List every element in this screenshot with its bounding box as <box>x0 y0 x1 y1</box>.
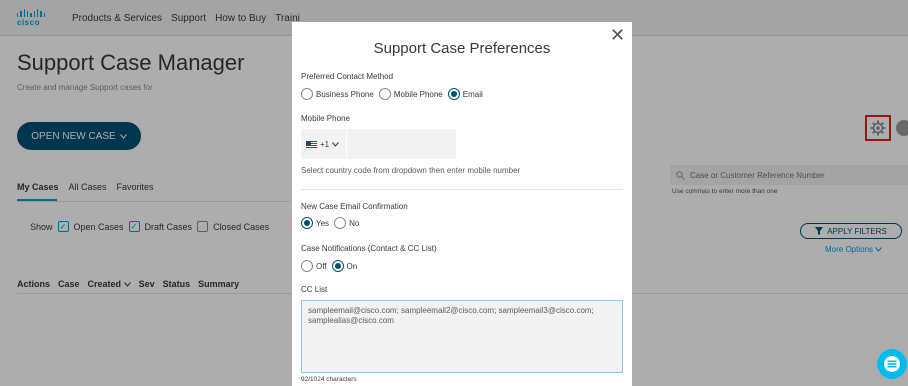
mobile-phone-input[interactable] <box>347 129 456 159</box>
notifications-label: Case Notifications (Contact & CC List) <box>301 244 437 253</box>
email-confirmation-options: Yes No <box>301 217 359 229</box>
cc-list-char-count: 92/1024 characters <box>301 376 357 383</box>
support-case-preferences-modal: ✕ Support Case Preferences Preferred Con… <box>292 22 632 386</box>
notifications-off-radio[interactable] <box>301 260 313 272</box>
contact-method-label: Preferred Contact Method <box>301 72 394 81</box>
modal-title: Support Case Preferences <box>373 40 551 57</box>
email-confirmation-label: New Case Email Confirmation <box>301 202 408 211</box>
confirmation-no-label: No <box>349 218 360 228</box>
notifications-options: Off On <box>301 260 357 272</box>
chat-button[interactable] <box>877 349 907 379</box>
section-divider <box>301 189 623 190</box>
business-phone-radio[interactable] <box>301 88 313 100</box>
mobile-phone-radio[interactable] <box>378 88 391 100</box>
contact-method-options: Business Phone Mobile Phone Email <box>301 88 483 100</box>
mobile-phone-label: Mobile Phone <box>393 89 443 99</box>
confirmation-no-radio[interactable] <box>334 217 347 229</box>
us-flag-icon <box>306 140 317 148</box>
cc-list-label: CC List <box>301 285 328 294</box>
chevron-down-icon <box>332 141 340 147</box>
notifications-off-label: Off <box>316 261 327 271</box>
mobile-phone-field-label: Mobile Phone <box>301 114 350 123</box>
cc-list-textarea[interactable]: sampleemail@cisco.com; sampleemail2@cisc… <box>301 300 623 373</box>
confirmation-yes-label: Yes <box>316 218 330 228</box>
chat-icon <box>884 356 900 372</box>
notifications-on-label: On <box>346 261 358 271</box>
email-radio[interactable] <box>447 88 460 100</box>
email-label: Email <box>462 89 483 99</box>
country-code-dropdown[interactable]: +1 <box>301 129 346 159</box>
notifications-on-radio[interactable] <box>331 260 344 272</box>
mobile-phone-group: +1 <box>301 129 456 159</box>
mobile-phone-help: Select country code from dropdown then e… <box>301 166 521 175</box>
confirmation-yes-radio[interactable] <box>301 217 313 229</box>
business-phone-label: Business Phone <box>316 89 374 99</box>
country-code-value: +1 <box>320 139 330 149</box>
